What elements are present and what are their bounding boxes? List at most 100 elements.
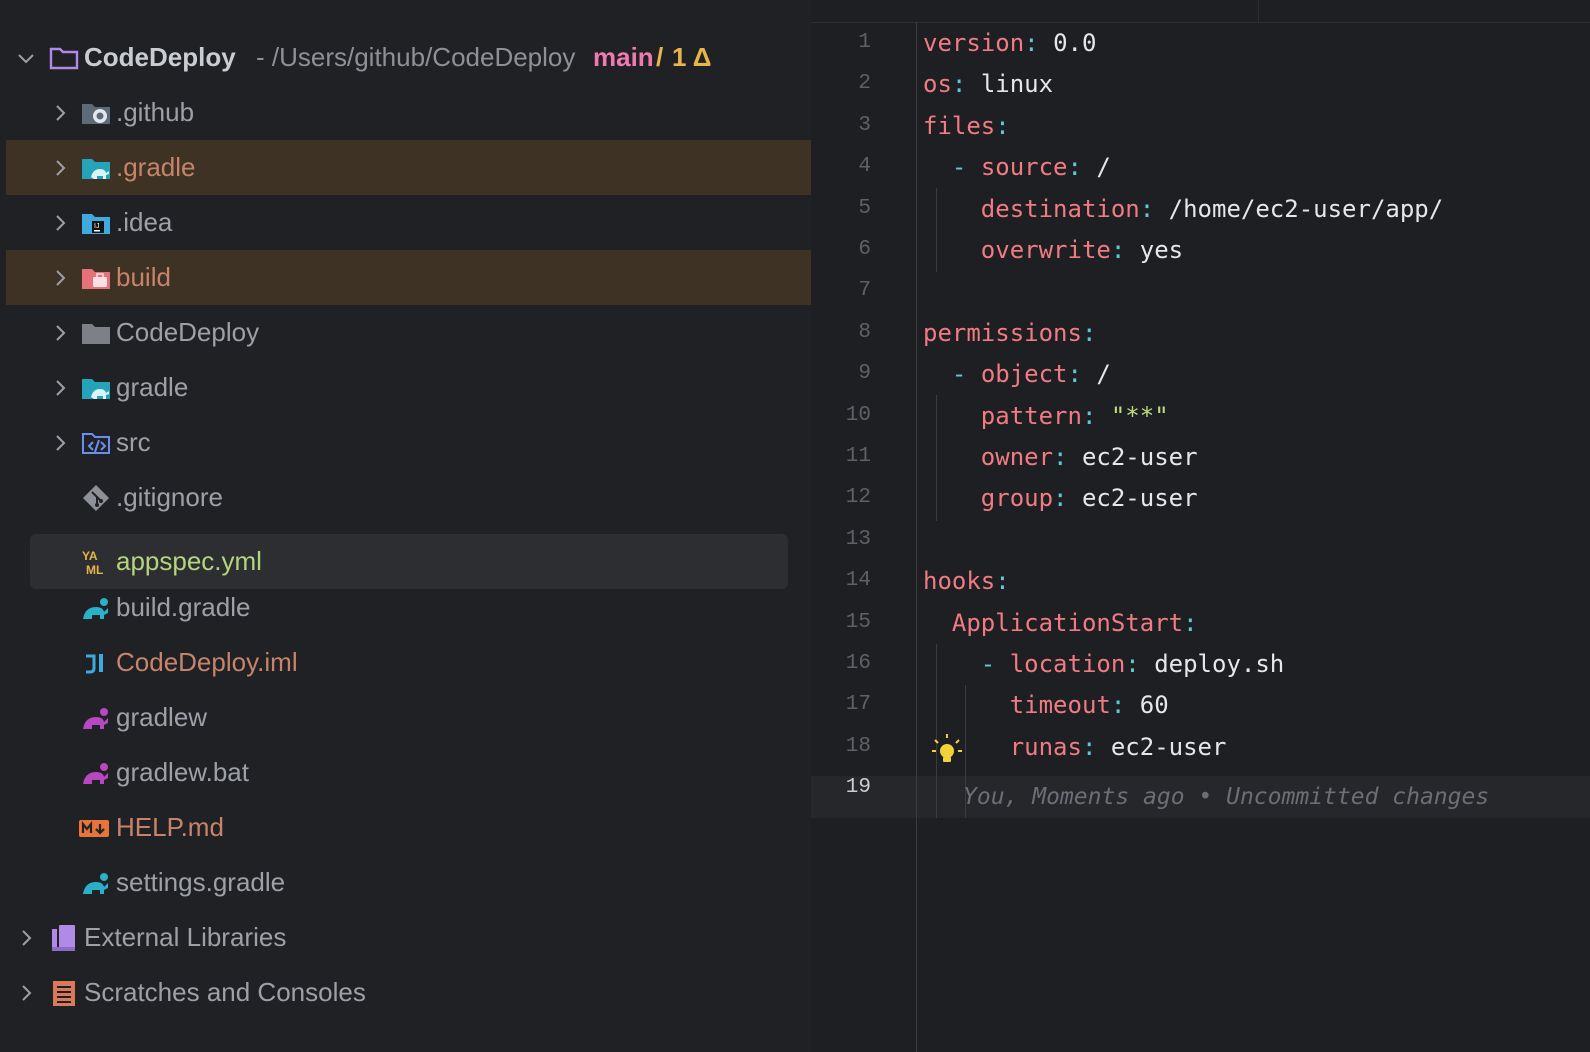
code-line[interactable]: runas: ec2-user [923,726,1227,768]
yaml-value: ec2-user [1110,732,1227,761]
code-line[interactable]: os: linux [923,63,1053,105]
yaml-key: os [923,70,952,99]
chevron-right-icon[interactable] [50,158,70,178]
code-line[interactable]: files: [923,105,1010,147]
tree-item-label: .gradle [116,152,196,182]
tree-item-build[interactable]: build [6,250,811,305]
tree-item-label: gradle [116,372,189,402]
tree-item-label: CodeDeploy [116,317,260,347]
tree-item-label: src [116,427,151,457]
yaml-key: timeout [1009,691,1111,720]
yaml-colon: : [1139,194,1155,223]
yaml-colon: : [1024,29,1039,57]
list-dash: - [951,360,981,389]
code-line[interactable]: hooks: [923,560,1010,602]
tree-item-iml[interactable]: CodeDeploy.iml [6,635,811,690]
tree-item-external-libraries[interactable]: External Libraries [6,910,811,965]
code-line[interactable]: destination: /home/ec2-user/app/ [923,188,1443,230]
tree-item-src[interactable]: src [6,415,811,470]
code-line[interactable]: - source: / [923,146,1111,188]
line-number: 9 [858,362,871,386]
chevron-right-icon[interactable] [50,323,70,343]
svg-text:ML: ML [86,563,103,577]
chevron-right-icon[interactable] [16,983,36,1003]
yaml-value: linux [980,70,1054,99]
tree-item-settings-gradle[interactable]: settings.gradle [6,855,811,910]
tree-item-label: External Libraries [84,922,287,952]
code-line[interactable]: group: ec2-user [923,477,1198,519]
tree-item-help-md[interactable]: HELP.md [6,800,811,855]
line-number: 15 [845,610,871,634]
yaml-value: 60 [1139,691,1169,720]
library-icon [48,923,80,953]
yaml-value: 0.0 [1053,29,1097,57]
line-number: 19 [845,776,871,800]
tree-item-gitignore[interactable]: .gitignore [6,470,811,525]
chevron-down-icon[interactable] [16,48,36,68]
code-line[interactable]: timeout: 60 [923,684,1169,726]
tree-item-gradlew[interactable]: gradlew [6,690,811,745]
line-number: 12 [845,486,871,510]
code-line[interactable]: ApplicationStart: [923,602,1198,644]
tree-item-label: .idea [116,207,173,237]
tree-item-label: gradlew [116,702,208,732]
yaml-key: object [980,360,1068,389]
tree-item-gradlew-bat[interactable]: gradlew.bat [6,745,811,800]
code-editor[interactable]: 1 2 3 4 5 6 7 8 9 10 11 12 13 14 15 16 17 18 19 version: 0… [811,0,1590,1052]
tree-root-row[interactable]: CodeDeploy - /Users/github/CodeDeploy ma… [6,30,811,85]
yaml-key: permissions [923,318,1082,347]
code-line[interactable]: permissions: [923,312,1096,354]
tree-item-label: CodeDeploy.iml [116,647,298,677]
chevron-right-icon[interactable] [50,378,70,398]
lightbulb-icon[interactable] [931,732,963,766]
tree-item-github[interactable]: .github [6,85,811,140]
line-number: 4 [858,155,871,179]
tree-item-build-gradle[interactable]: build.gradle [6,580,811,635]
code-line[interactable]: pattern: "**" [923,395,1169,437]
chevron-right-icon[interactable] [50,433,70,453]
code-line[interactable]: - object: / [923,353,1111,395]
line-number: 1 [858,31,871,54]
yaml-key: location [1009,650,1126,678]
code-line[interactable]: - location: deploy.sh [923,643,1284,685]
tree-item-idea[interactable]: IJ .idea [6,195,811,250]
tree-item-gradle-cache[interactable]: .gradle [6,140,811,195]
code-line[interactable]: owner: ec2-user [923,436,1198,478]
list-dash: - [980,650,1010,678]
line-number: 3 [858,113,871,137]
chevron-right-icon[interactable] [50,103,70,123]
svg-text:IJ: IJ [94,223,99,230]
code-line[interactable]: version: 0.0 [923,22,1096,64]
chevron-right-icon[interactable] [50,213,70,233]
git-blame-annotation: You, Moments ago • Uncommitted changes [963,784,1490,810]
tree-item-codedeploy-folder[interactable]: CodeDeploy [6,305,811,360]
chevron-right-icon[interactable] [50,268,70,288]
branch-name[interactable]: main [593,41,654,73]
tree-item-scratches[interactable]: Scratches and Consoles [6,965,811,1020]
tree-item-label: HELP.md [116,812,224,842]
scratches-icon [48,978,80,1008]
yaml-key: ApplicationStart [951,608,1184,637]
folder-outline-icon [48,43,80,73]
chevron-right-icon[interactable] [16,928,36,948]
yaml-value: ec2-user [1081,484,1198,513]
code-line[interactable]: overwrite: yes [923,229,1183,271]
yaml-colon: : [1081,732,1097,761]
svg-text:YA: YA [82,549,98,563]
yaml-key: runas [1009,732,1082,761]
idea-folder-icon: IJ [80,208,112,238]
tree-item-gradle[interactable]: gradle [6,360,811,415]
gradle-elephant-icon [80,593,112,623]
yaml-colon: : [1067,360,1082,389]
git-icon [80,483,112,513]
